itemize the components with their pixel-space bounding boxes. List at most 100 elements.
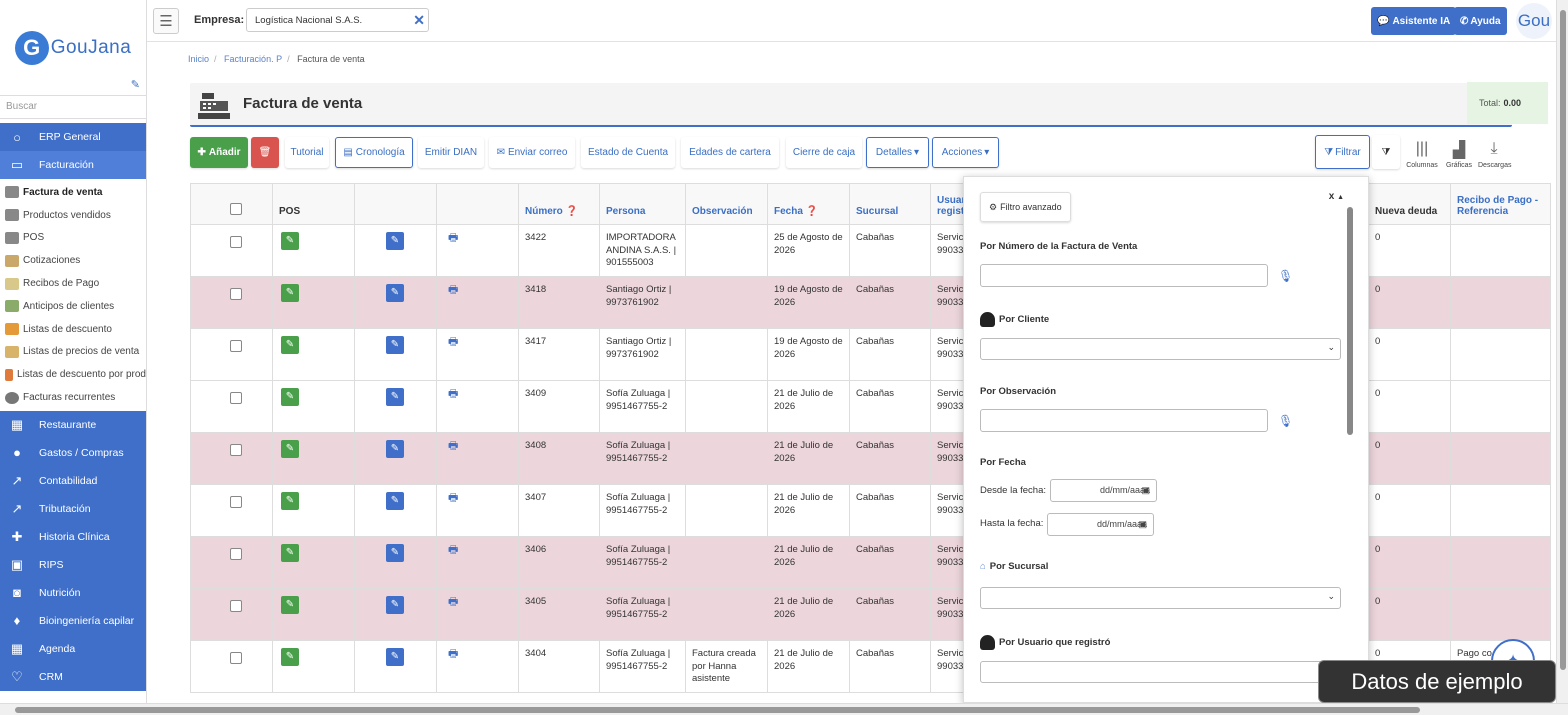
sidebar-item-recurrentes[interactable]: Facturas recurrentes bbox=[0, 386, 146, 409]
ayuda-button[interactable]: ✆ Ayuda bbox=[1454, 7, 1507, 35]
row-checkbox[interactable] bbox=[230, 548, 242, 560]
sidebar-module-contabilidad[interactable]: ↗ Contabilidad bbox=[0, 467, 146, 495]
pencil-icon[interactable]: ✎ bbox=[131, 78, 140, 91]
row-checkbox[interactable] bbox=[230, 288, 242, 300]
close-filter-button[interactable]: x ▲ bbox=[1329, 191, 1344, 202]
sidebar-module-agenda[interactable]: ▦ Agenda bbox=[0, 635, 146, 663]
edit-button[interactable]: ✎ bbox=[386, 336, 404, 354]
sidebar-module-nutricion[interactable]: ◙ Nutrición bbox=[0, 579, 146, 607]
horizontal-scrollbar[interactable] bbox=[0, 703, 1568, 715]
pos-edit-button[interactable]: ✎ bbox=[281, 388, 299, 406]
filter-scrollbar[interactable] bbox=[1347, 207, 1353, 435]
add-button[interactable]: ✚ Añadir bbox=[190, 137, 248, 168]
pos-edit-button[interactable]: ✎ bbox=[281, 440, 299, 458]
user-select[interactable] bbox=[980, 661, 1341, 683]
fecha-header[interactable]: Fecha ❓ bbox=[767, 183, 850, 225]
sidebar-item-listas-descuento[interactable]: Listas de descuento bbox=[0, 318, 146, 341]
vertical-scroll-thumb[interactable] bbox=[1560, 10, 1566, 670]
pos-edit-button[interactable]: ✎ bbox=[281, 648, 299, 666]
sidebar-item-descuento-producto[interactable]: Listas de descuento por prod bbox=[0, 363, 146, 386]
breadcrumb-facturacion[interactable]: Facturación. P bbox=[224, 54, 282, 64]
clear-icon[interactable]: ✕ bbox=[413, 12, 425, 29]
pos-edit-button[interactable]: ✎ bbox=[281, 544, 299, 562]
sidebar-search-input[interactable]: Buscar bbox=[0, 95, 146, 119]
print-icon[interactable]: 🖶 bbox=[448, 648, 458, 660]
edit-button[interactable]: ✎ bbox=[386, 596, 404, 614]
enviar-correo-button[interactable]: ✉ Enviar correo bbox=[489, 137, 575, 168]
to-date-input[interactable]: dd/mm/aaaa ▣ bbox=[1047, 513, 1154, 536]
advanced-filter-button[interactable]: ⚙ Filtro avanzado bbox=[980, 192, 1071, 222]
sidebar-module-bioingenieria[interactable]: ♦ Bioingeniería capilar bbox=[0, 607, 146, 635]
cronologia-button[interactable]: ▤ Cronología bbox=[335, 137, 413, 168]
cierre-caja-button[interactable]: Cierre de caja bbox=[786, 137, 862, 168]
pos-edit-button[interactable]: ✎ bbox=[281, 492, 299, 510]
observation-input[interactable] bbox=[980, 409, 1268, 432]
row-checkbox[interactable] bbox=[230, 392, 242, 404]
sidebar-item-recibos[interactable]: Recibos de Pago bbox=[0, 272, 146, 295]
delete-button[interactable]: 🗑 bbox=[251, 137, 279, 168]
row-checkbox[interactable] bbox=[230, 600, 242, 612]
print-icon[interactable]: 🖶 bbox=[448, 544, 458, 556]
sidebar-module-restaurante[interactable]: ▦ Restaurante bbox=[0, 411, 146, 439]
sidebar-module-gastos[interactable]: ● Gastos / Compras bbox=[0, 439, 146, 467]
edit-button[interactable]: ✎ bbox=[386, 544, 404, 562]
sidebar-module-historia[interactable]: ✚ Historia Clínica bbox=[0, 523, 146, 551]
print-icon[interactable]: 🖶 bbox=[448, 596, 458, 608]
graficas-button[interactable]: ▟ Gráficas bbox=[1443, 140, 1475, 169]
print-icon[interactable]: 🖶 bbox=[448, 388, 458, 400]
persona-header[interactable]: Persona bbox=[599, 183, 686, 225]
menu-toggle-icon[interactable]: ☰ bbox=[153, 8, 179, 34]
number-input[interactable] bbox=[980, 264, 1268, 287]
row-checkbox[interactable] bbox=[230, 444, 242, 456]
print-icon[interactable]: 🖶 bbox=[448, 336, 458, 348]
print-icon[interactable]: 🖶 bbox=[448, 232, 458, 244]
logo[interactable]: G GouJana ✎ bbox=[0, 0, 146, 95]
sidebar-item-factura-venta[interactable]: Factura de venta bbox=[0, 181, 146, 204]
columnas-button[interactable]: ||| Columnas bbox=[1406, 140, 1438, 169]
from-date-input[interactable]: dd/mm/aaaa ▣ bbox=[1050, 479, 1157, 502]
filtrar-button[interactable]: ⧩ Filtrar bbox=[1315, 135, 1370, 169]
pos-edit-button[interactable]: ✎ bbox=[281, 596, 299, 614]
sidebar-item-pos[interactable]: POS bbox=[0, 227, 146, 250]
sidebar-item-cotizaciones[interactable]: Cotizaciones bbox=[0, 249, 146, 272]
print-icon[interactable]: 🖶 bbox=[448, 284, 458, 296]
nueva-deuda-header[interactable]: Nueva deuda bbox=[1368, 183, 1451, 225]
pos-edit-button[interactable]: ✎ bbox=[281, 336, 299, 354]
row-checkbox[interactable] bbox=[230, 496, 242, 508]
pos-edit-button[interactable]: ✎ bbox=[281, 284, 299, 302]
edades-cartera-button[interactable]: Edades de cartera bbox=[681, 137, 779, 168]
sidebar-module-tributacion[interactable]: ↗ Tributación bbox=[0, 495, 146, 523]
observacion-header[interactable]: Observación bbox=[685, 183, 768, 225]
acciones-dropdown[interactable]: Acciones ▾ bbox=[932, 137, 999, 168]
row-checkbox[interactable] bbox=[230, 340, 242, 352]
tutorial-button[interactable]: Tutorial bbox=[285, 137, 329, 168]
emitir-dian-button[interactable]: Emitir DIAN bbox=[418, 137, 484, 168]
numero-header[interactable]: Número ❓ bbox=[518, 183, 600, 225]
edit-button[interactable]: ✎ bbox=[386, 388, 404, 406]
avatar[interactable]: Gou bbox=[1516, 3, 1552, 39]
detalles-dropdown[interactable]: Detalles ▾ bbox=[866, 137, 929, 168]
sidebar-module-rips[interactable]: ▣ RIPS bbox=[0, 551, 146, 579]
sidebar-item-productos-vendidos[interactable]: Productos vendidos bbox=[0, 204, 146, 227]
print-icon[interactable]: 🖶 bbox=[448, 440, 458, 452]
recibo-header[interactable]: Recibo de Pago - Referencia bbox=[1450, 183, 1551, 225]
vertical-scrollbar[interactable] bbox=[1556, 0, 1568, 703]
microphone-icon[interactable]: 🎙 bbox=[1278, 414, 1293, 428]
edit-button[interactable]: ✎ bbox=[386, 232, 404, 250]
horizontal-scroll-thumb[interactable] bbox=[15, 707, 1420, 713]
clear-filter-button[interactable]: ⧩ bbox=[1372, 135, 1400, 169]
edit-button[interactable]: ✎ bbox=[386, 648, 404, 666]
sidebar-item-anticipos[interactable]: Anticipos de clientes bbox=[0, 295, 146, 318]
row-checkbox[interactable] bbox=[230, 236, 242, 248]
edit-button[interactable]: ✎ bbox=[386, 492, 404, 510]
empresa-select[interactable]: Logística Nacional S.A.S. ✕ bbox=[246, 8, 429, 32]
pos-edit-button[interactable]: ✎ bbox=[281, 232, 299, 250]
edit-button[interactable]: ✎ bbox=[386, 440, 404, 458]
sidebar-item-listas-precios[interactable]: Listas de precios de venta bbox=[0, 341, 146, 364]
select-all-checkbox[interactable] bbox=[230, 203, 242, 215]
sidebar-module-erp[interactable]: ○ ERP General bbox=[0, 123, 146, 151]
edit-button[interactable]: ✎ bbox=[386, 284, 404, 302]
sidebar-module-facturacion[interactable]: ▭ Facturación bbox=[0, 151, 146, 179]
sidebar-module-crm[interactable]: ♡ CRM bbox=[0, 663, 146, 691]
estado-cuenta-button[interactable]: Estado de Cuenta bbox=[581, 137, 675, 168]
